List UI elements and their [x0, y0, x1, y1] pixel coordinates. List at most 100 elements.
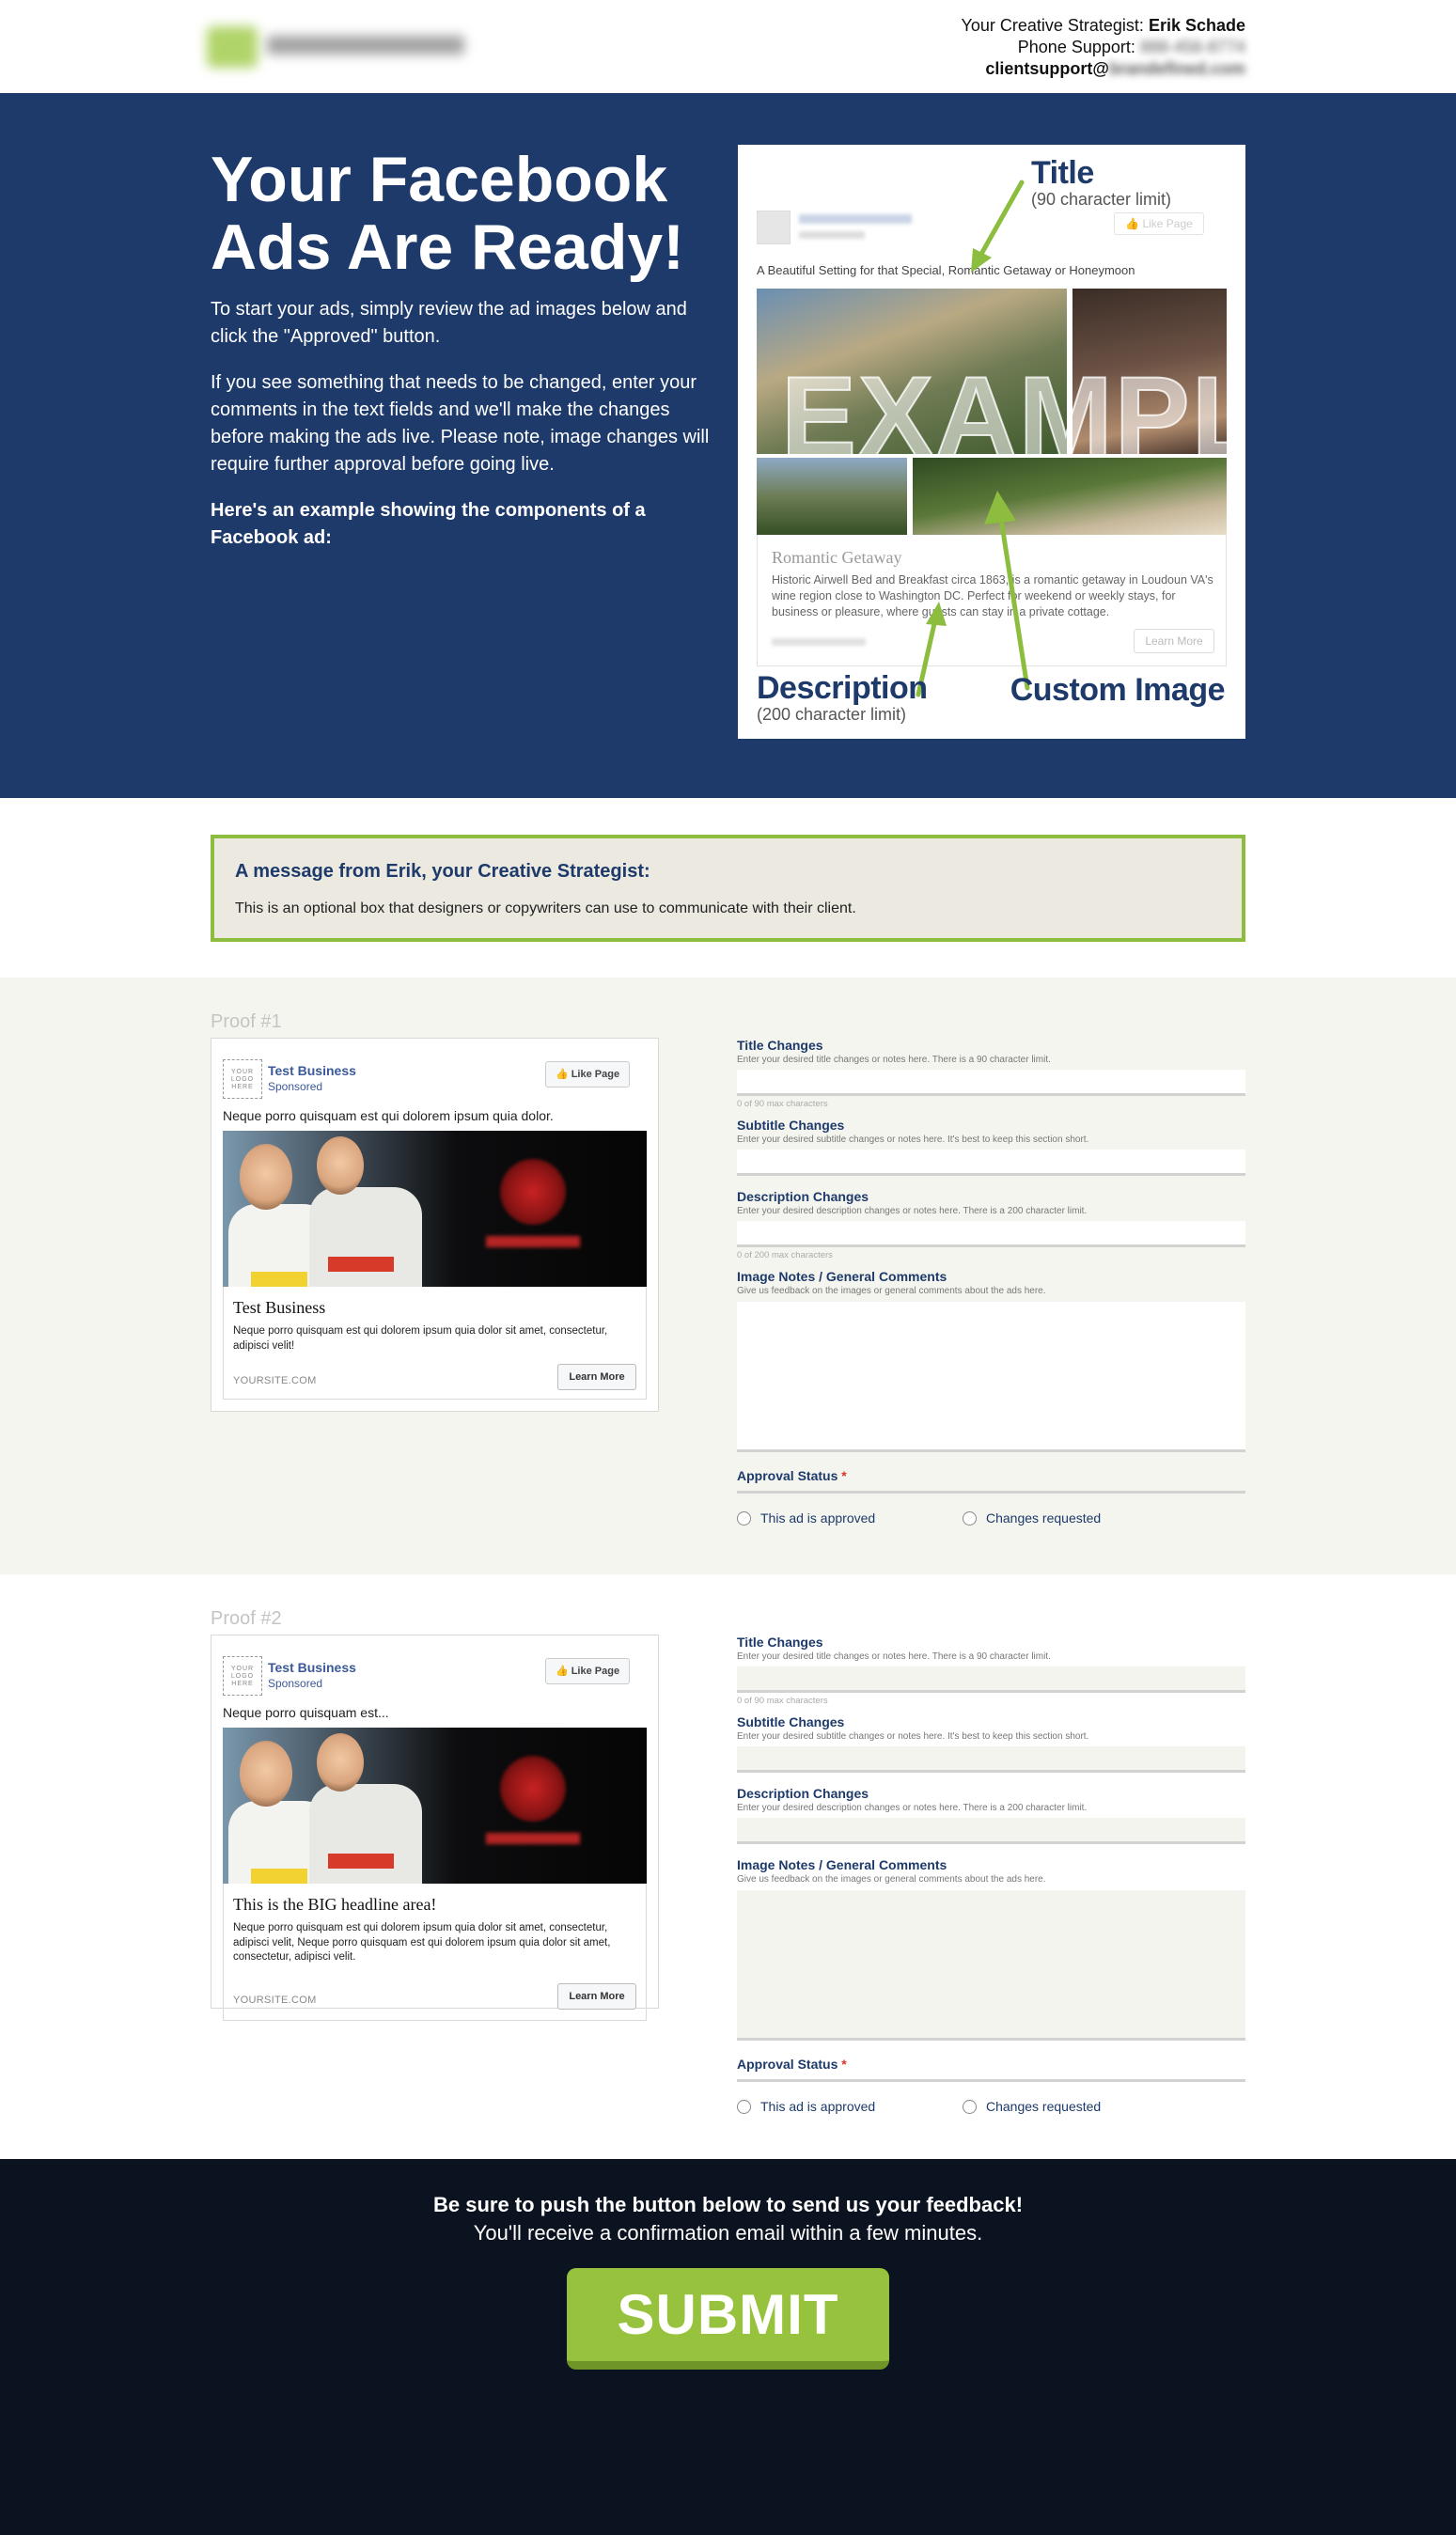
image-notes-group: Image Notes / General Comments Give us f…	[737, 1269, 1245, 1452]
description-changes-input[interactable]	[737, 1818, 1245, 1844]
footer-subline: You'll receive a confirmation email with…	[473, 2221, 983, 2245]
approval-status-group: Approval Status * This ad is approved Ch…	[737, 1468, 1245, 1526]
radio-circle[interactable]	[963, 1510, 977, 1526]
proof-section-2: Proof #2 YOUR LOGO HERE Test Business Sp…	[0, 1574, 1456, 2159]
strategist-prefix: Your Creative Strategist:	[961, 16, 1149, 35]
example-sponsored	[799, 231, 865, 239]
hero-section: Your Facebook Ads Are Ready! To start yo…	[0, 93, 1456, 798]
phone-number[interactable]: 888-456-8774	[1140, 38, 1245, 56]
description-char-count: 0 of 200 max characters	[737, 1250, 833, 1260]
description-callout: Description (200 character limit)	[757, 670, 928, 724]
example-learn-more: Learn More	[1134, 629, 1214, 653]
image-notes-textarea[interactable]	[737, 1302, 1245, 1452]
like-page-button[interactable]: 👍 Like Page	[545, 1061, 630, 1088]
ad-headline: This is the BIG headline area!	[233, 1895, 437, 1914]
footer-headline: Be sure to push the button below to send…	[432, 2193, 1024, 2216]
example-ad-diagram: 👍 Like Page A Beautiful Setting for that…	[738, 145, 1245, 739]
title-changes-label: Title Changes	[737, 1038, 823, 1053]
ad-sponsored-label: Sponsored	[268, 1080, 323, 1093]
ad-card-body: This is the BIG headline area! Neque por…	[223, 1884, 647, 2021]
ad-preview: YOUR LOGO HERE Test Business Sponsored 👍…	[211, 1635, 659, 2021]
ad-url: YOURSITE.COM	[233, 1995, 317, 2006]
description-changes-label: Description Changes	[737, 1189, 869, 1204]
approved-radio[interactable]: This ad is approved	[737, 2099, 963, 2114]
subtitle-changes-group: Subtitle Changes Enter your desired subt…	[737, 1714, 1245, 1773]
ad-text: Neque porro quisquam est...	[223, 1705, 389, 1720]
page-title: Your Facebook Ads Are Ready!	[211, 144, 684, 283]
required-mark: *	[841, 1468, 847, 1483]
strategist-message-box: A message from Erik, your Creative Strat…	[211, 835, 1245, 942]
title-changes-input[interactable]	[737, 1667, 1245, 1693]
ad-sponsored-label: Sponsored	[268, 1677, 323, 1690]
ad-business-name[interactable]: Test Business	[268, 1660, 356, 1675]
subtitle-changes-label: Subtitle Changes	[737, 1118, 845, 1133]
ad-description: Neque porro quisquam est qui dolorem ips…	[233, 1922, 611, 1963]
title-changes-input[interactable]	[737, 1070, 1245, 1096]
strategist-name: Erik Schade	[1148, 16, 1245, 35]
thumbs-up-icon: 👍	[555, 1069, 569, 1080]
subtitle-changes-group: Subtitle Changes Enter your desired subt…	[737, 1118, 1245, 1176]
description-changes-hint: Enter your desired description changes o…	[737, 1803, 1088, 1813]
contact-info: Your Creative Strategist: Erik Schade Ph…	[962, 15, 1246, 80]
email-domain[interactable]: brandefined.com	[1109, 59, 1245, 78]
example-watermark: EXAMPLE	[780, 352, 1245, 480]
ad-text: Neque porro quisquam est qui dolorem ips…	[223, 1108, 554, 1123]
image-notes-textarea[interactable]	[737, 1890, 1245, 2041]
submit-button[interactable]: SUBMIT	[567, 2268, 889, 2370]
learn-more-button[interactable]: Learn More	[557, 1983, 636, 2010]
ad-image	[223, 1131, 647, 1287]
top-bar: Your Creative Strategist: Erik Schade Ph…	[0, 0, 1456, 93]
approval-status-group: Approval Status * This ad is approved Ch…	[737, 2057, 1245, 2114]
ad-logo-placeholder: YOUR LOGO HERE	[223, 1059, 262, 1099]
footer: Be sure to push the button below to send…	[0, 2159, 1456, 2535]
radio-circle[interactable]	[737, 2099, 751, 2114]
company-logo	[207, 21, 479, 73]
proof-label: Proof #2	[211, 1608, 282, 1629]
ad-card-body: Test Business Neque porro quisquam est q…	[223, 1287, 647, 1400]
proof-section-1: Proof #1 YOUR LOGO HERE Test Business Sp…	[0, 978, 1456, 1574]
image-notes-label: Image Notes / General Comments	[737, 1857, 947, 1872]
radio-circle[interactable]	[737, 1510, 751, 1526]
title-changes-group: Title Changes Enter your desired title c…	[737, 1635, 1245, 1706]
message-body: This is an optional box that designers o…	[235, 900, 856, 916]
instructions-paragraph: If you see something that needs to be ch…	[211, 372, 710, 475]
subtitle-changes-hint: Enter your desired subtitle changes or n…	[737, 1731, 1089, 1742]
description-changes-label: Description Changes	[737, 1786, 869, 1801]
phone-prefix: Phone Support:	[1017, 38, 1140, 56]
changes-requested-radio[interactable]: Changes requested	[963, 1510, 1188, 1526]
ad-image	[223, 1728, 647, 1884]
example-card-url	[772, 638, 866, 646]
example-ad-card: Romantic Getaway Historic Airwell Bed an…	[757, 535, 1227, 666]
like-page-button[interactable]: 👍 Like Page	[545, 1658, 630, 1684]
title-char-count: 0 of 90 max characters	[737, 1696, 828, 1706]
ad-description: Neque porro quisquam est qui dolorem ips…	[233, 1325, 608, 1352]
changes-requested-radio[interactable]: Changes requested	[963, 2099, 1188, 2114]
required-mark: *	[841, 2057, 847, 2072]
email-prefix[interactable]: clientsupport@	[985, 59, 1109, 78]
approval-status-label: Approval Status *	[737, 1468, 847, 1483]
learn-more-button[interactable]: Learn More	[557, 1364, 636, 1390]
description-changes-group: Description Changes Enter your desired d…	[737, 1189, 1245, 1260]
description-changes-group: Description Changes Enter your desired d…	[737, 1786, 1245, 1844]
subtitle-changes-input[interactable]	[737, 1150, 1245, 1176]
title-changes-group: Title Changes Enter your desired title c…	[737, 1038, 1245, 1109]
radio-circle[interactable]	[963, 2099, 977, 2114]
title-changes-hint: Enter your desired title changes or note…	[737, 1651, 1051, 1662]
ad-business-name[interactable]: Test Business	[268, 1063, 356, 1078]
custom-image-callout: Custom Image	[1010, 672, 1226, 708]
subtitle-changes-label: Subtitle Changes	[737, 1714, 845, 1729]
subtitle-changes-input[interactable]	[737, 1746, 1245, 1773]
subtitle-changes-hint: Enter your desired subtitle changes or n…	[737, 1134, 1089, 1145]
title-arrow	[978, 180, 1025, 258]
example-card-description: Historic Airwell Bed and Breakfast circa…	[772, 573, 1213, 618]
example-page-name	[799, 214, 912, 224]
approval-status-label: Approval Status *	[737, 2057, 847, 2072]
ad-url: YOURSITE.COM	[233, 1375, 317, 1386]
image-notes-group: Image Notes / General Comments Give us f…	[737, 1857, 1245, 2041]
title-callout: Title (90 character limit)	[1031, 155, 1172, 209]
description-changes-input[interactable]	[737, 1221, 1245, 1247]
example-card-title: Romantic Getaway	[772, 548, 902, 567]
message-heading: A message from Erik, your Creative Strat…	[235, 861, 650, 882]
title-changes-label: Title Changes	[737, 1635, 823, 1650]
approved-radio[interactable]: This ad is approved	[737, 1510, 963, 1526]
